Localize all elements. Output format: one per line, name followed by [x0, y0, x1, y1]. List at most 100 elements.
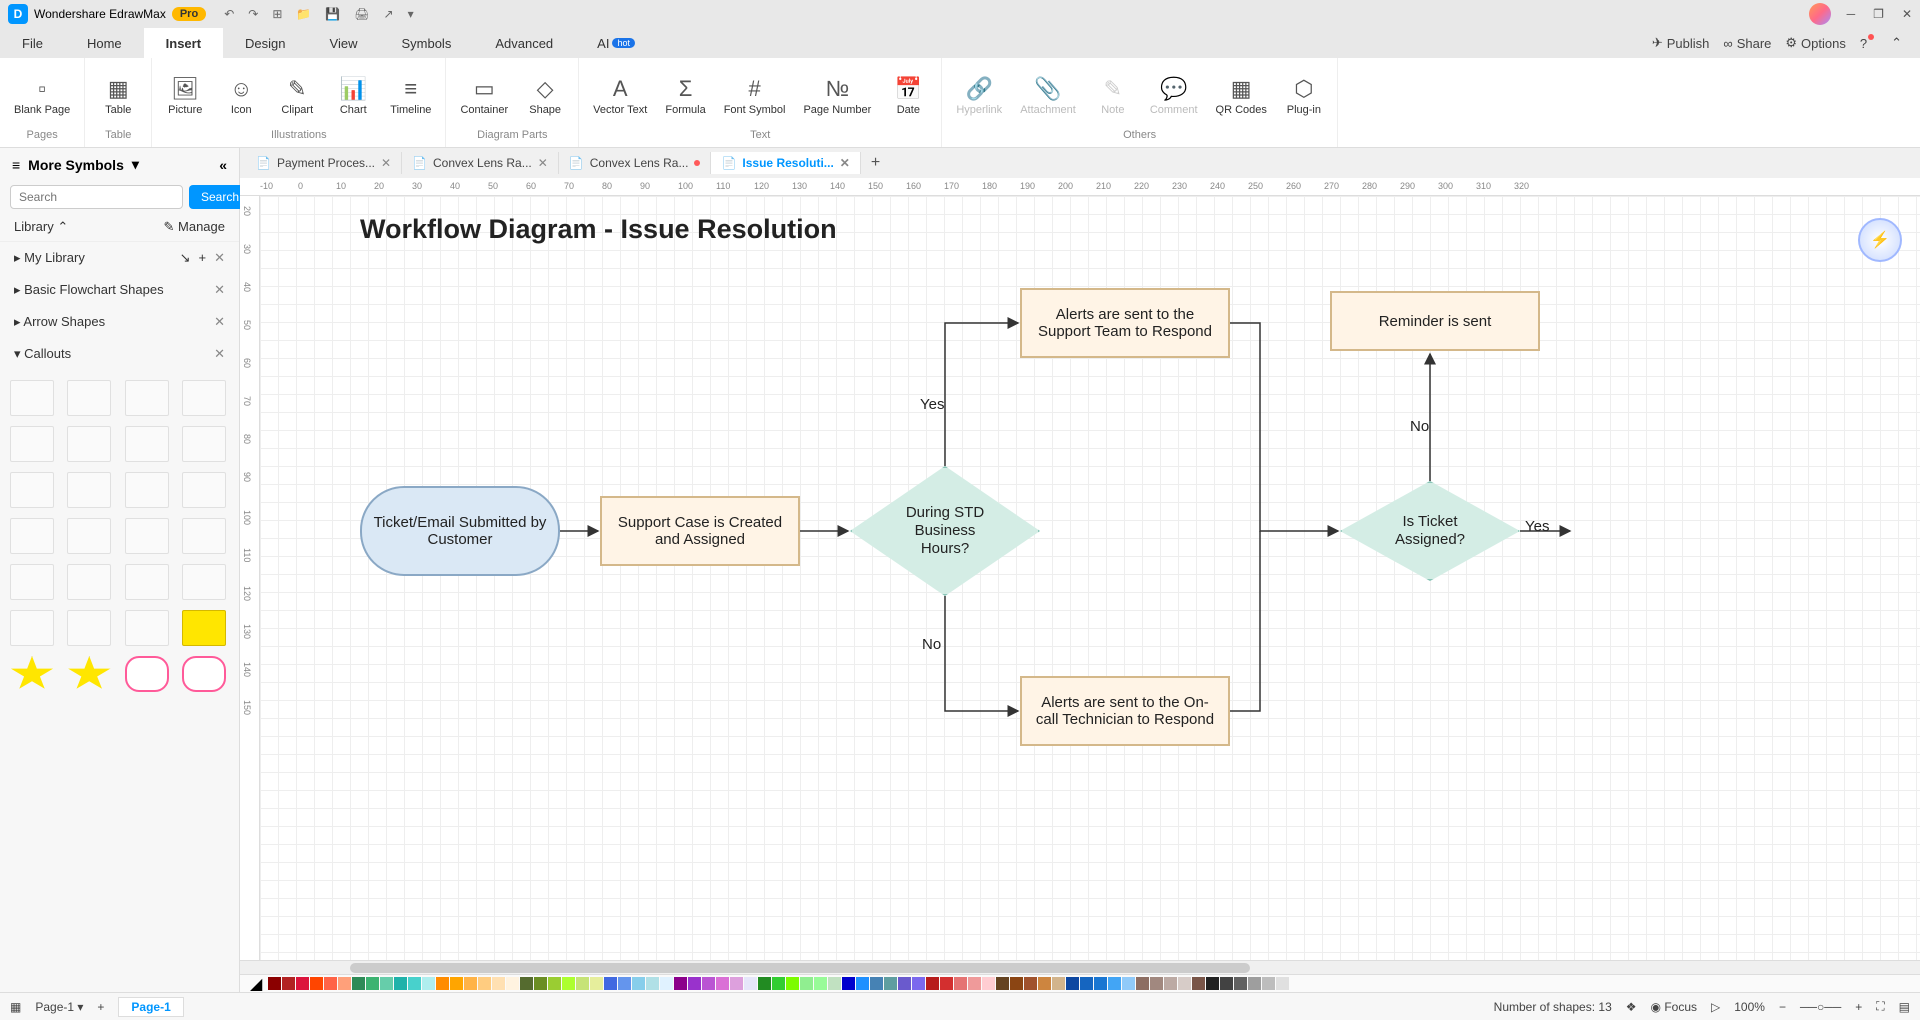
callout-shape[interactable] — [67, 564, 111, 600]
ribbon-font-symbol[interactable]: #Font Symbol — [718, 74, 792, 118]
menu-insert[interactable]: Insert — [144, 28, 223, 58]
callout-shape[interactable] — [67, 472, 111, 508]
callout-shape[interactable] — [10, 610, 54, 646]
ribbon-date[interactable]: 📅Date — [883, 74, 933, 118]
callout-shape[interactable] — [10, 518, 54, 554]
color-swatch[interactable] — [926, 977, 939, 990]
callout-shape[interactable] — [10, 656, 54, 692]
color-swatch[interactable] — [1206, 977, 1219, 990]
ribbon-clipart[interactable]: ✎Clipart — [272, 74, 322, 118]
new-tab-button[interactable]: + — [861, 150, 890, 176]
color-swatch[interactable] — [1052, 977, 1065, 990]
collapse-sidebar-icon[interactable]: « — [219, 157, 227, 173]
color-swatch[interactable] — [1080, 977, 1093, 990]
color-swatch[interactable] — [1136, 977, 1149, 990]
color-swatch[interactable] — [730, 977, 743, 990]
ribbon-icon[interactable]: ☺Icon — [216, 74, 266, 118]
color-swatch[interactable] — [604, 977, 617, 990]
color-swatch[interactable] — [632, 977, 645, 990]
color-swatch[interactable] — [492, 977, 505, 990]
color-swatch[interactable] — [450, 977, 463, 990]
callout-shape[interactable] — [10, 426, 54, 462]
cat-my-library[interactable]: ▸ My Library↘+✕ — [0, 242, 239, 274]
color-swatch[interactable] — [674, 977, 687, 990]
ribbon-chart[interactable]: 📊Chart — [328, 74, 378, 118]
color-swatch[interactable] — [1276, 977, 1289, 990]
color-swatch[interactable] — [1024, 977, 1037, 990]
color-swatch[interactable] — [828, 977, 841, 990]
color-swatch[interactable] — [646, 977, 659, 990]
color-swatch[interactable] — [324, 977, 337, 990]
callout-shape[interactable] — [182, 656, 226, 692]
callout-shape[interactable] — [125, 380, 169, 416]
color-swatch[interactable] — [352, 977, 365, 990]
color-swatch[interactable] — [548, 977, 561, 990]
color-swatch[interactable] — [660, 977, 673, 990]
color-swatch[interactable] — [520, 977, 533, 990]
callout-shape[interactable] — [182, 564, 226, 600]
color-swatch[interactable] — [912, 977, 925, 990]
color-swatch[interactable] — [688, 977, 701, 990]
ai-float-button[interactable]: ⚡ — [1858, 218, 1902, 262]
node-support-case[interactable]: Support Case is Created and Assigned — [600, 496, 800, 566]
ribbon-shape[interactable]: ◇Shape — [520, 74, 570, 118]
color-swatch[interactable] — [1108, 977, 1121, 990]
color-swatch[interactable] — [408, 977, 421, 990]
menu-ai[interactable]: AIhot — [575, 28, 657, 58]
callout-shape[interactable] — [182, 472, 226, 508]
color-swatch[interactable] — [800, 977, 813, 990]
color-swatch[interactable] — [394, 977, 407, 990]
color-swatch[interactable] — [982, 977, 995, 990]
color-swatch[interactable] — [1234, 977, 1247, 990]
add-page-button[interactable]: + — [97, 1000, 104, 1014]
menu-design[interactable]: Design — [223, 28, 307, 58]
color-swatch[interactable] — [268, 977, 281, 990]
dropdown-icon[interactable]: ▾ — [132, 156, 139, 173]
manage-button[interactable]: ✎ Manage — [164, 219, 226, 235]
close-icon[interactable]: ✕ — [840, 156, 850, 170]
color-swatch[interactable] — [380, 977, 393, 990]
color-swatch[interactable] — [1178, 977, 1191, 990]
zoom-slider[interactable]: ──○── — [1800, 1000, 1841, 1014]
color-swatch[interactable] — [1192, 977, 1205, 990]
page-selector[interactable]: Page-1 ▾ — [35, 1000, 83, 1014]
node-reminder[interactable]: Reminder is sent — [1330, 291, 1540, 351]
color-swatch[interactable] — [506, 977, 519, 990]
zoom-in-button[interactable]: + — [1855, 1000, 1862, 1014]
callout-shape[interactable] — [182, 380, 226, 416]
redo-icon[interactable]: ↷ — [248, 7, 258, 21]
color-swatch[interactable] — [814, 977, 827, 990]
node-decision-assigned[interactable]: Is Ticket Assigned? — [1340, 481, 1520, 581]
undo-icon[interactable]: ↶ — [224, 7, 234, 21]
callout-shape[interactable] — [182, 610, 226, 646]
node-alert-support[interactable]: Alerts are sent to the Support Team to R… — [1020, 288, 1230, 358]
ribbon-timeline[interactable]: ≡Timeline — [384, 74, 437, 118]
color-swatch[interactable] — [954, 977, 967, 990]
ribbon-formula[interactable]: ΣFormula — [659, 74, 711, 118]
color-swatch[interactable] — [1150, 977, 1163, 990]
dropdown-icon[interactable]: ▾ — [408, 7, 414, 21]
callout-shape[interactable] — [10, 472, 54, 508]
color-swatch[interactable] — [1010, 977, 1023, 990]
help-icon[interactable]: ? — [1860, 36, 1877, 51]
color-swatch[interactable] — [1066, 977, 1079, 990]
color-swatch[interactable] — [1164, 977, 1177, 990]
ribbon-plug-in[interactable]: ⬡Plug-in — [1279, 74, 1329, 118]
close-icon[interactable]: ✕ — [214, 346, 225, 362]
canvas[interactable]: Workflow Diagram - Issue Resolution Tick… — [260, 196, 1920, 960]
eyedropper-icon[interactable]: ◢ — [250, 974, 262, 993]
ribbon-page-number[interactable]: №Page Number — [797, 74, 877, 118]
callout-shape[interactable] — [67, 380, 111, 416]
play-icon[interactable]: ▷ — [1711, 1000, 1720, 1014]
color-swatch[interactable] — [310, 977, 323, 990]
callout-shape[interactable] — [125, 610, 169, 646]
callout-shape[interactable] — [10, 564, 54, 600]
open-icon[interactable]: 📁 — [296, 7, 311, 21]
minimize-button[interactable]: ─ — [1847, 7, 1856, 21]
color-swatch[interactable] — [1038, 977, 1051, 990]
node-decision-hours[interactable]: During STD Business Hours? — [850, 466, 1040, 596]
maximize-button[interactable]: ❐ — [1873, 7, 1884, 21]
cat-callouts[interactable]: ▾ Callouts✕ — [0, 338, 239, 370]
color-swatch[interactable] — [996, 977, 1009, 990]
doc-tab[interactable]: 📄Convex Lens Ra... — [559, 152, 712, 174]
